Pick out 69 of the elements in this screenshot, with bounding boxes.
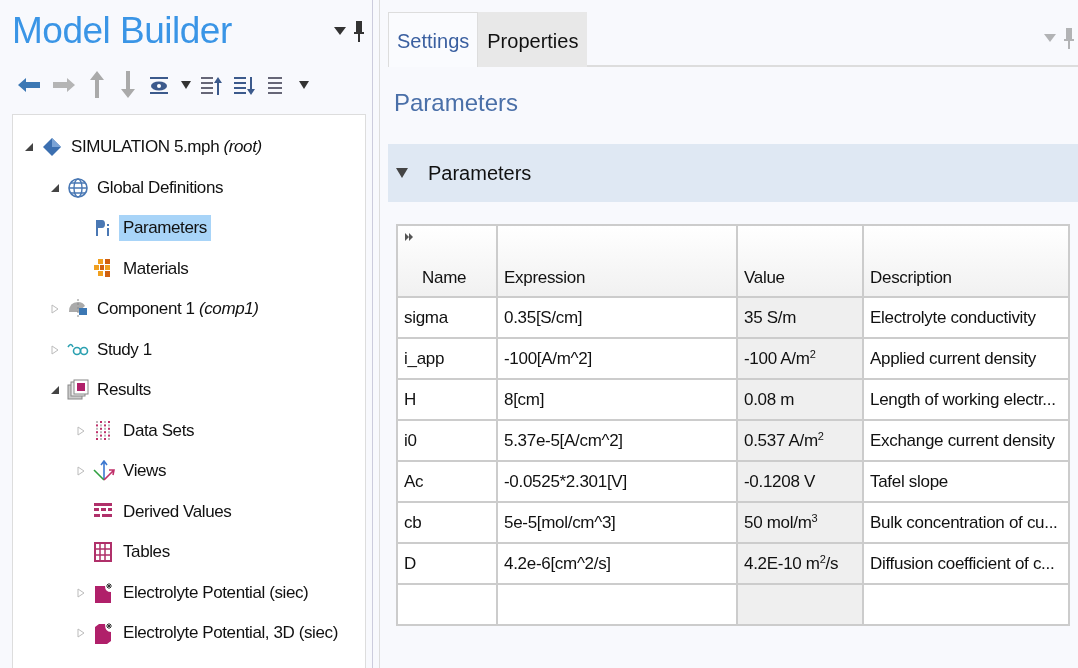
table-cell: -100 A/m$^{2}$ (737, 338, 863, 379)
tree-item[interactable]: Study 1 (93, 336, 156, 363)
tab[interactable]: Settings (388, 12, 479, 67)
column-header[interactable]: Description (863, 225, 1069, 297)
table-cell: 0.35[S/cm] (497, 297, 737, 338)
table-cell: 0.08 m (737, 379, 863, 420)
tree-item[interactable]: Electrolyte Potential (siec) (119, 579, 313, 606)
column-header[interactable]: Expression (497, 225, 737, 297)
page-title: Parameters (394, 89, 520, 118)
table-cell: 5.37e-5[A/cm^2] (497, 420, 737, 461)
tree-item[interactable]: Data Sets (119, 417, 199, 444)
table-cell: -100[A/m^2] (497, 338, 737, 379)
table-cell: 4.2E-10 m$^{2}$/s (737, 543, 863, 584)
axes-icon (93, 460, 115, 483)
table-cell: cb (397, 502, 497, 543)
table-cell: 5e-5[mol/cm^3] (497, 502, 737, 543)
collapse-list-icon[interactable] (200, 74, 224, 96)
double-arrow-icon (404, 232, 414, 242)
table-cell: Tafel slope (863, 461, 1069, 502)
table-cell: -0.0525*2.301[V] (497, 461, 737, 502)
tree-item[interactable]: Parameters (119, 215, 211, 242)
table-cell: Ac (397, 461, 497, 502)
tree-item[interactable]: Views (119, 458, 171, 485)
collapse-arrow-icon[interactable] (50, 385, 60, 396)
plot-3d-icon (93, 622, 115, 645)
globe-icon (67, 176, 89, 199)
tree-item[interactable]: Tables (119, 539, 174, 566)
table-cell: 35 S/m (737, 297, 863, 338)
collapse-arrow-icon[interactable] (24, 142, 34, 153)
table-cell: Length of working electr... (863, 379, 1069, 420)
table-cell: 8[cm] (497, 379, 737, 420)
tab[interactable]: Properties (478, 12, 588, 67)
table-cell: Applied current density (863, 338, 1069, 379)
tree-item[interactable]: Derived Values (119, 498, 236, 525)
expand-list-icon[interactable] (233, 74, 257, 96)
table-cell: Diffusion coefficient of c... (863, 543, 1069, 584)
cube-icon (41, 136, 63, 159)
section-header[interactable]: Parameters (388, 144, 1078, 202)
table-cell: D (397, 543, 497, 584)
results-icon (67, 379, 89, 402)
dropdown-arrow-icon (334, 26, 346, 36)
dropdown-arrow-icon (1044, 32, 1056, 43)
table-cell: Bulk concentration of cu... (863, 502, 1069, 543)
collapse-arrow-icon[interactable] (50, 182, 60, 193)
table-cell: i_app (397, 338, 497, 379)
table-cell: 50 mol/m$^{3}$ (737, 502, 863, 543)
table-cell: -0.1208 V (737, 461, 863, 502)
table-cell: 0.537 A/m$^{2}$ (737, 420, 863, 461)
table-cell: Electrolyte conductivity (863, 297, 1069, 338)
pin-icon (1064, 26, 1074, 49)
dropdown-arrow-icon[interactable] (181, 81, 191, 89)
table-cell: sigma (397, 297, 497, 338)
column-header[interactable]: Value (737, 225, 863, 297)
panel-title: Model Builder (12, 10, 232, 52)
table-cell: 4.2e-6[cm^2/s] (497, 543, 737, 584)
tree-item[interactable]: Results (93, 377, 155, 404)
dropdown-arrow-icon[interactable] (299, 81, 309, 89)
tree-item[interactable]: Component 1 (comp1) (93, 296, 263, 323)
plot-icon (93, 581, 115, 604)
table-cell: H (397, 379, 497, 420)
table-cell: i0 (397, 420, 497, 461)
tree-item[interactable]: SIMULATION 5.mph (root) (67, 134, 266, 161)
table-cell: Exchange current density (863, 420, 1069, 461)
tree-item[interactable]: Materials (119, 255, 193, 282)
tree-item[interactable]: Electrolyte Potential, 3D (siec) (119, 620, 342, 647)
tree-item[interactable]: Global Definitions (93, 174, 228, 201)
table-icon (93, 541, 115, 564)
pin-icon (354, 20, 364, 42)
column-header[interactable]: Name (397, 225, 497, 297)
